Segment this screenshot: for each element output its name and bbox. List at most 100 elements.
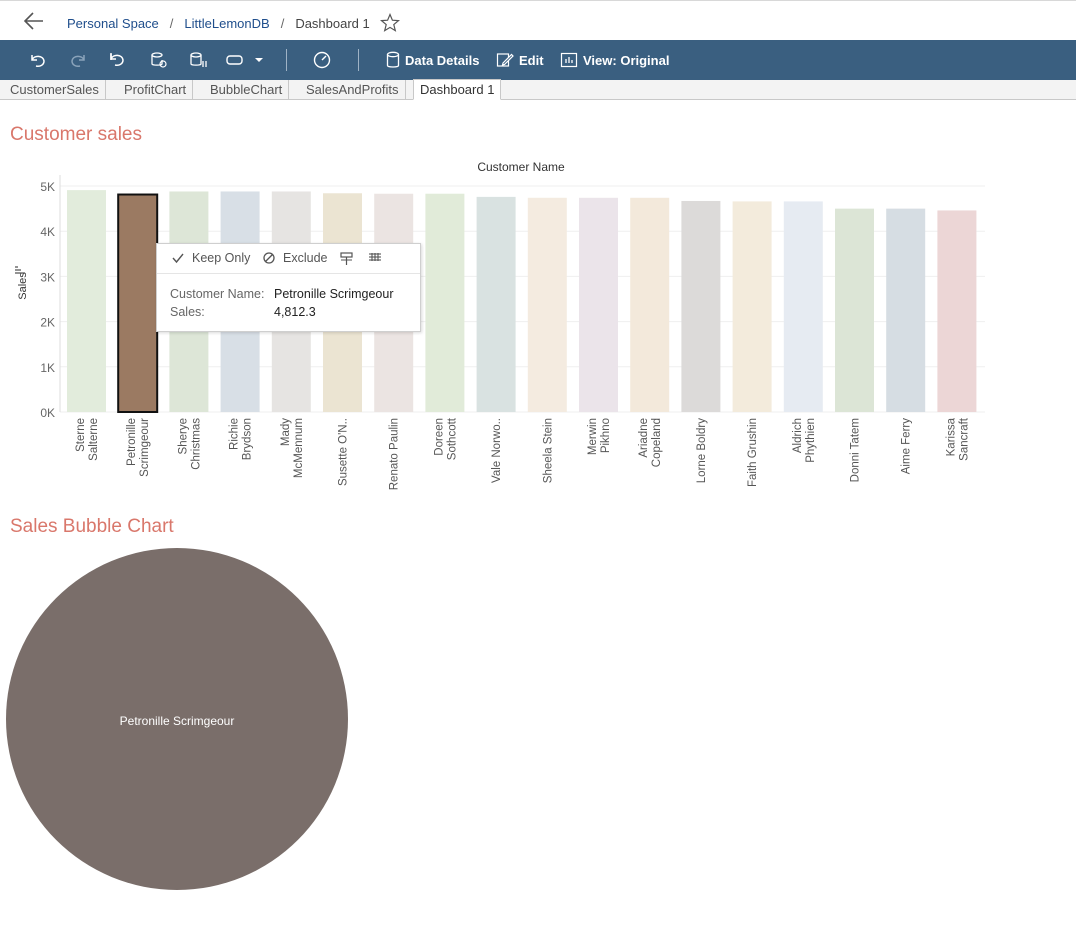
x-tick-label-line: Renato Paulin <box>389 418 401 490</box>
customer-sales-title: Customer sales <box>10 124 142 145</box>
x-tick-label-line: Faith Grushin <box>747 418 759 487</box>
revert-icon[interactable] <box>108 50 128 70</box>
favorite-star-icon[interactable] <box>379 13 400 33</box>
x-tick-label-line: Vale Norwo.. <box>491 418 503 483</box>
x-tick-label: Lorne Boldry <box>696 418 708 483</box>
breadcrumb-separator: / <box>280 15 285 31</box>
redo-icon[interactable] <box>68 50 88 70</box>
tooltip-name-row: Customer Name: Petronille Scrimgeour <box>170 287 394 301</box>
y-tick-label: 5K <box>40 180 55 194</box>
group-members-icon[interactable] <box>339 252 355 266</box>
y-tick-label: 0K <box>40 406 55 420</box>
x-tick-label-line: Sothcott <box>446 417 458 460</box>
x-tick-label: Aime Ferry <box>901 418 913 474</box>
performance-gauge-icon[interactable] <box>312 50 332 70</box>
x-tick-label: Faith Grushin <box>747 418 759 487</box>
x-tick-label: Karissa Sancraft <box>945 417 970 461</box>
bar <box>630 197 670 412</box>
sort-icon <box>15 266 25 274</box>
x-tick-label: Ariadne Copeland <box>638 418 663 467</box>
bar <box>527 197 567 412</box>
tooltip-sales-row: Sales: 4,812.3 <box>170 305 316 319</box>
x-tick-label: Renato Paulin <box>389 418 401 490</box>
keep-only-label: Keep Only <box>192 251 251 265</box>
bubble-label: Petronille Scrimgeour <box>120 714 235 728</box>
x-tick-label: Vale Norwo.. <box>491 418 503 483</box>
bar <box>732 201 772 412</box>
x-tick-label-line: Copeland <box>651 418 663 467</box>
toolbar-divider <box>286 49 287 71</box>
breadcrumb-separator: / <box>169 15 174 31</box>
x-tick-label: Sheela Stein <box>542 418 554 483</box>
bar <box>937 210 977 412</box>
pause-updates-icon[interactable] <box>188 50 208 70</box>
x-tick-label-line: McMennum <box>293 418 305 478</box>
bar <box>117 193 159 413</box>
sales-bubble-chart: Petronille Scrimgeour <box>6 548 348 890</box>
x-tick-label-line: Karissa <box>945 417 957 456</box>
toolbar-divider <box>358 49 359 71</box>
tooltip-name-value: Petronille Scrimgeour <box>274 287 394 301</box>
y-tick-label: 3K <box>40 270 55 284</box>
view-data-icon[interactable] <box>368 252 382 264</box>
tooltip-actions: Keep Only Exclude <box>157 244 420 274</box>
keep-only-button[interactable]: Keep Only <box>171 251 250 265</box>
x-tick-label: Susette O'N.. <box>338 418 350 486</box>
tab-profitchart[interactable]: ProfitChart <box>118 80 194 99</box>
x-tick-label-line: Scrimgeour <box>139 418 151 477</box>
view-original-label: View: Original <box>583 52 670 68</box>
x-tick-label: Petronille Scrimgeour <box>126 418 151 477</box>
x-tick-label-line: Merwin <box>587 418 599 455</box>
bubble-chart-title: Sales Bubble Chart <box>10 516 174 537</box>
check-icon <box>172 253 184 264</box>
breadcrumb: Personal Space / LittleLemonDB / Dashboa… <box>67 13 400 33</box>
tab-bubblechart[interactable]: BubbleChart <box>204 80 290 99</box>
undo-icon[interactable] <box>28 50 48 70</box>
view-original-button[interactable]: View: Original <box>560 50 669 70</box>
bar <box>681 200 721 412</box>
tab-dashboard-1[interactable]: Dashboard 1 <box>413 79 502 100</box>
x-tick-label-line: Brydson <box>242 418 254 460</box>
x-tick-label-line: Phythien <box>805 418 817 463</box>
x-tick-label: Doreen Sothcott <box>433 417 458 460</box>
x-tick-label-line: Sheela Stein <box>542 418 554 483</box>
x-tick-label-line: Salterne <box>88 418 100 461</box>
tab-salesandprofits[interactable]: SalesAndProfits <box>300 80 406 99</box>
bar <box>886 208 926 412</box>
x-tick-label: Richie Brydson <box>229 418 254 460</box>
tab-customersales[interactable]: CustomerSales <box>4 80 106 99</box>
y-tick-label: 4K <box>40 225 55 239</box>
toolbar: Data Details Edit View: Original <box>0 40 1076 80</box>
x-tick-label-line: Pikhno <box>600 418 612 453</box>
bar <box>67 190 106 412</box>
edit-label: Edit <box>519 52 544 68</box>
tooltip-name-label: Customer Name: <box>170 287 265 301</box>
x-tick-label: Aldrich Phythien <box>792 418 817 463</box>
sheet-tabs: CustomerSales ProfitChart BubbleChart Sa… <box>0 79 1076 100</box>
x-tick-label-line: Sterne <box>75 418 87 452</box>
x-tick-label-line: Christmas <box>190 418 202 470</box>
data-details-button[interactable]: Data Details <box>386 50 479 70</box>
refresh-data-icon[interactable] <box>148 50 168 70</box>
x-tick-label-line: Donni Tatem <box>850 418 862 482</box>
edit-icon <box>496 53 514 67</box>
bar <box>476 196 516 412</box>
x-tick-label: Sherye Christmas <box>177 418 202 470</box>
x-tick-label: Mady McMennum <box>280 418 305 478</box>
view-icon <box>560 52 578 68</box>
x-tick-label-line: Petronille <box>126 418 138 466</box>
presentation-mode-icon[interactable] <box>224 50 264 70</box>
x-tick-label: Donni Tatem <box>850 418 862 482</box>
x-tick-label-line: Susette O'N.. <box>338 418 350 486</box>
y-axis-title: Sales <box>17 272 29 300</box>
tooltip-sales-value: 4,812.3 <box>274 305 316 319</box>
data-details-label: Data Details <box>405 52 480 68</box>
x-tick-label-line: Doreen <box>433 418 445 456</box>
back-arrow-icon[interactable] <box>22 10 46 32</box>
tooltip-sales-label: Sales: <box>170 305 205 319</box>
x-tick-label-line: Aldrich <box>792 418 804 453</box>
edit-button[interactable]: Edit <box>496 50 544 70</box>
breadcrumb-personal-space[interactable]: Personal Space <box>67 16 159 31</box>
breadcrumb-littlelemondb[interactable]: LittleLemonDB <box>184 16 269 31</box>
exclude-button[interactable]: Exclude <box>262 251 327 265</box>
